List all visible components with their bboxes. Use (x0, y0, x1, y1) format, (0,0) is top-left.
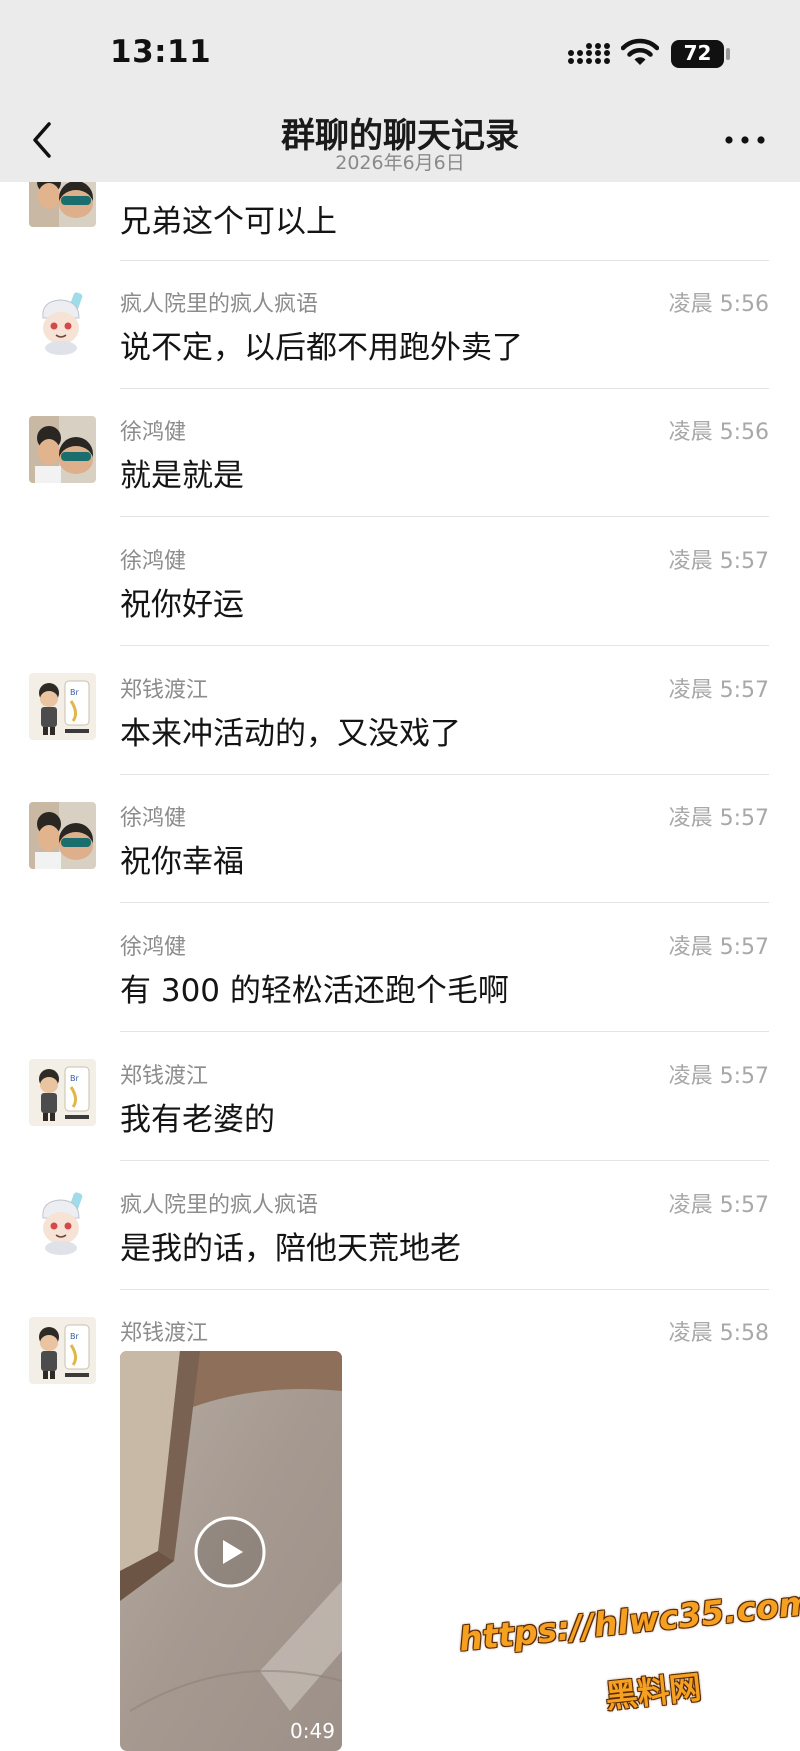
message-divider (120, 1031, 769, 1032)
battery-level: 72 (683, 41, 712, 65)
avatar-fengrenyuan[interactable] (29, 1188, 96, 1255)
svg-text:Br: Br (70, 688, 79, 697)
svg-text:Br: Br (70, 1074, 79, 1083)
message-text: 说不定，以后都不用跑外卖了 (120, 330, 523, 366)
battery-icon: 72 (670, 38, 732, 70)
avatar-zhengqiandujiang[interactable]: Br (29, 1317, 96, 1384)
more-dots-icon[interactable] (722, 126, 768, 154)
message-sender: 徐鸿健 (120, 806, 187, 831)
message-text: 就是就是 (120, 458, 244, 494)
message-divider (120, 1160, 769, 1161)
message-time: 凌晨 5:58 (668, 1321, 769, 1346)
status-time: 13:11 (110, 34, 212, 70)
avatar-zhengqiandujiang[interactable]: Br (29, 1059, 96, 1126)
message-sender: 郑钱渡江 (120, 678, 209, 703)
message-time: 凌晨 5:57 (668, 935, 769, 960)
message-time: 凌晨 5:56 (668, 292, 769, 317)
message-text: 有 300 的轻松活还跑个毛啊 (120, 973, 509, 1009)
message-time: 凌晨 5:57 (668, 806, 769, 831)
page-date: 2026年6月6日 (335, 152, 465, 174)
avatar-xuhongjian[interactable] (29, 802, 96, 869)
message-sender: 徐鸿健 (120, 935, 187, 960)
play-icon[interactable] (193, 1515, 267, 1589)
message-time: 凌晨 5:56 (668, 420, 769, 445)
message-text: 兄弟这个可以上 (120, 204, 337, 240)
message-text: 我有老婆的 (120, 1102, 275, 1138)
video-duration: 0:49 (290, 1719, 335, 1743)
message-divider (120, 645, 769, 646)
message-text: 祝你好运 (120, 587, 244, 623)
message-sender: 疯人院里的疯人疯语 (120, 292, 319, 317)
message-sender: 疯人院里的疯人疯语 (120, 1193, 319, 1218)
message-text: 本来冲活动的，又没戏了 (120, 716, 461, 752)
watermark-name: 黑料网 (603, 1667, 704, 1716)
message-text: 祝你幸福 (120, 844, 244, 880)
video-message[interactable]: 0:49 (120, 1351, 342, 1751)
message-divider (120, 774, 769, 775)
message-time: 凌晨 5:57 (668, 1064, 769, 1089)
message-time: 凌晨 5:57 (668, 549, 769, 574)
avatar-zhengqiandujiang[interactable]: Br (29, 673, 96, 740)
svg-text:Br: Br (70, 1332, 79, 1341)
wifi-icon (621, 38, 659, 65)
message-text: 是我的话，陪他天荒地老 (120, 1231, 461, 1267)
avatar-fengrenyuan[interactable] (29, 288, 96, 355)
avatar-xuhongjian[interactable] (29, 416, 96, 483)
message-time: 凌晨 5:57 (668, 1193, 769, 1218)
cellular-signal-icon (568, 43, 610, 64)
message-divider (120, 260, 769, 261)
message-sender: 徐鸿健 (120, 549, 187, 574)
message-time: 凌晨 5:57 (668, 678, 769, 703)
message-divider (120, 388, 769, 389)
top-bar: 13:11 72 群聊的聊天记录 2026年6月6日 (0, 0, 800, 182)
watermark-url: https://hlwc35.com (457, 1582, 800, 1659)
message-divider (120, 1289, 769, 1290)
message-sender: 郑钱渡江 (120, 1321, 209, 1346)
message-sender: 郑钱渡江 (120, 1064, 209, 1089)
message-sender: 徐鸿健 (120, 420, 187, 445)
message-divider (120, 516, 769, 517)
message-divider (120, 902, 769, 903)
